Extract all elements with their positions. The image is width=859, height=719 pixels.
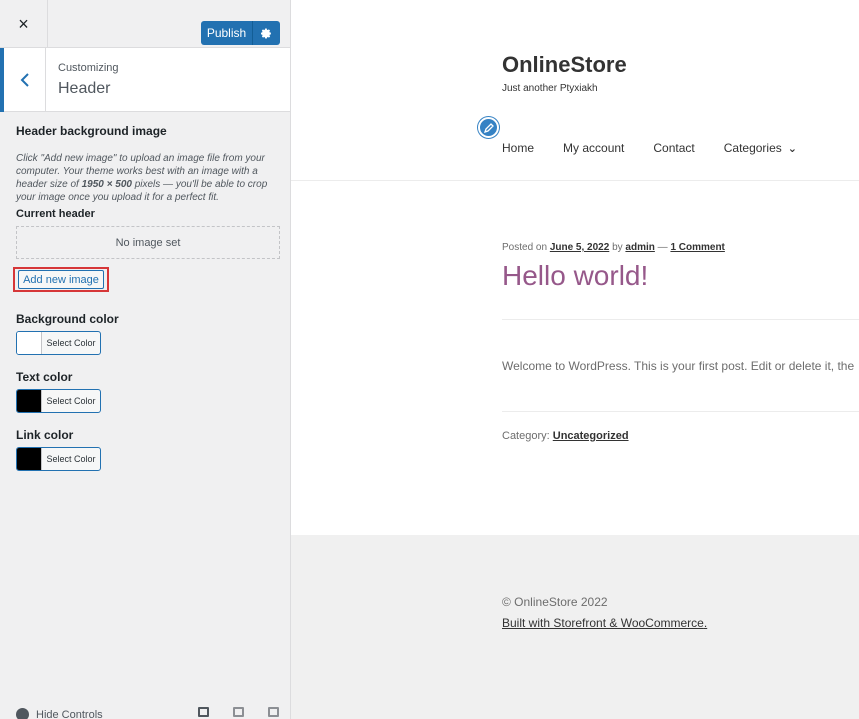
- post-category: Category: Uncategorized: [502, 430, 629, 442]
- category-link[interactable]: Uncategorized: [553, 430, 629, 442]
- hide-controls-icon: [16, 708, 29, 719]
- category-label: Category:: [502, 430, 553, 442]
- nav-contact[interactable]: Contact: [653, 141, 694, 155]
- primary-navigation: Home My account Contact Categories ⌄: [502, 141, 826, 155]
- built-with-period: .: [703, 616, 708, 630]
- customizer-sidebar: × Publish Customizing Header Header back…: [0, 0, 291, 719]
- add-new-image-button[interactable]: Add new image: [18, 270, 104, 289]
- mobile-preview-icon[interactable]: [268, 707, 279, 717]
- site-footer: © OnlineStore 2022 Built with Storefront…: [291, 535, 859, 719]
- chevron-down-icon: ⌄: [787, 143, 797, 155]
- select-color-label: Select Color: [46, 454, 96, 464]
- site-title[interactable]: OnlineStore: [502, 52, 627, 78]
- controls-panel: Header background image Click "Add new i…: [0, 112, 290, 471]
- link-color-swatch: [17, 448, 42, 470]
- edit-shortcut-button[interactable]: [478, 117, 499, 138]
- hide-controls-label: Hide Controls: [36, 708, 103, 719]
- built-with-link[interactable]: Built with Storefront & WooCommerce.: [502, 616, 707, 630]
- text-color-button[interactable]: Select Color: [16, 389, 101, 413]
- hide-controls-button[interactable]: Hide Controls: [16, 708, 103, 719]
- post-comments-link[interactable]: 1 Comment: [670, 242, 724, 253]
- text-color-label: Text color: [16, 370, 73, 384]
- current-header-label: Current header: [16, 208, 95, 220]
- select-color-label: Select Color: [46, 396, 96, 406]
- divider: [502, 319, 859, 320]
- publish-button-group: Publish: [201, 21, 280, 45]
- background-color-swatch: [17, 332, 42, 354]
- site-preview: OnlineStore Just another Ptyxiakh Home M…: [291, 0, 859, 719]
- background-color-control: Background color Select Color: [16, 312, 280, 355]
- link-color-control: Link color Select Color: [16, 428, 280, 471]
- posted-on-text: Posted on: [502, 242, 550, 253]
- text-color-swatch: [17, 390, 42, 412]
- select-color-label: Select Color: [46, 338, 96, 348]
- chevron-left-icon: [20, 73, 29, 87]
- link-color-button[interactable]: Select Color: [16, 447, 101, 471]
- description-size: 1950 × 500: [81, 179, 132, 190]
- post-date-link[interactable]: June 5, 2022: [550, 242, 609, 253]
- section-title: Header: [58, 80, 111, 97]
- site-header: OnlineStore Just another Ptyxiakh Home M…: [291, 0, 859, 181]
- nav-categories[interactable]: Categories ⌄: [724, 141, 797, 155]
- site-tagline: Just another Ptyxiakh: [502, 83, 598, 94]
- link-color-label: Link color: [16, 428, 74, 442]
- dash-text: —: [654, 242, 671, 253]
- by-text: by: [609, 242, 626, 253]
- nav-my-account[interactable]: My account: [563, 141, 624, 155]
- background-color-label: Background color: [16, 312, 119, 326]
- tablet-preview-icon[interactable]: [233, 707, 244, 717]
- back-button[interactable]: [0, 48, 46, 112]
- gear-icon: [261, 28, 271, 39]
- section-header: Customizing Header: [0, 48, 290, 112]
- built-with-text: Built with Storefront & WooCommerce: [502, 616, 704, 630]
- pencil-icon: [483, 122, 494, 133]
- post-author-link[interactable]: admin: [625, 242, 654, 253]
- divider: [502, 411, 859, 412]
- publish-settings-button[interactable]: [253, 28, 280, 39]
- post-body: Welcome to WordPress. This is your first…: [502, 359, 855, 373]
- text-color-control: Text color Select Color: [16, 370, 280, 413]
- close-icon: ×: [18, 13, 29, 34]
- no-image-placeholder: No image set: [16, 226, 280, 259]
- customizer-footer: Hide Controls: [0, 705, 291, 719]
- add-image-highlight: Add new image: [13, 267, 109, 292]
- desktop-preview-icon[interactable]: [198, 707, 209, 717]
- nav-home[interactable]: Home: [502, 141, 534, 155]
- header-image-title: Header background image: [16, 124, 167, 138]
- close-customizer-button[interactable]: ×: [0, 0, 48, 48]
- post-title[interactable]: Hello world!: [502, 260, 648, 292]
- background-color-button[interactable]: Select Color: [16, 331, 101, 355]
- copyright-text: © OnlineStore 2022: [502, 595, 608, 609]
- publish-button[interactable]: Publish: [201, 21, 253, 45]
- customizing-label: Customizing: [58, 62, 119, 74]
- header-image-description: Click "Add new image" to upload an image…: [6, 152, 276, 204]
- customizer-topbar: × Publish: [0, 0, 290, 48]
- nav-categories-label: Categories: [723, 141, 782, 155]
- post-meta: Posted on June 5, 2022 by admin — 1 Comm…: [502, 242, 725, 253]
